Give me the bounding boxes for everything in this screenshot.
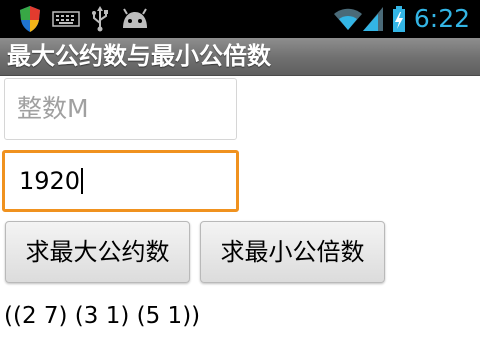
- integer-n-text: 1920: [19, 167, 81, 195]
- signal-icon: [362, 0, 384, 38]
- battery-charging-icon: [392, 0, 406, 38]
- usb-icon: [90, 0, 110, 38]
- result-text: ((2 7) (3 1) (5 1)): [4, 303, 201, 329]
- integer-m-input[interactable]: 整数M: [4, 78, 237, 140]
- shield-icon: [18, 0, 42, 38]
- text-cursor: [81, 168, 84, 194]
- title-bar: 最大公约数与最小公倍数: [0, 38, 480, 76]
- status-bar: 6:22: [0, 0, 480, 38]
- integer-m-placeholder: 整数M: [17, 94, 89, 123]
- status-time: 6:22: [413, 4, 470, 33]
- lcm-button[interactable]: 求最小公倍数: [200, 221, 385, 283]
- integer-n-value: 1920: [19, 153, 84, 209]
- android-icon: [120, 0, 150, 38]
- keyboard-icon: [52, 0, 80, 38]
- wifi-icon: [333, 0, 363, 38]
- app-title: 最大公约数与最小公倍数: [7, 42, 271, 70]
- gcd-button[interactable]: 求最大公约数: [5, 221, 190, 283]
- integer-n-input[interactable]: 1920: [2, 150, 239, 212]
